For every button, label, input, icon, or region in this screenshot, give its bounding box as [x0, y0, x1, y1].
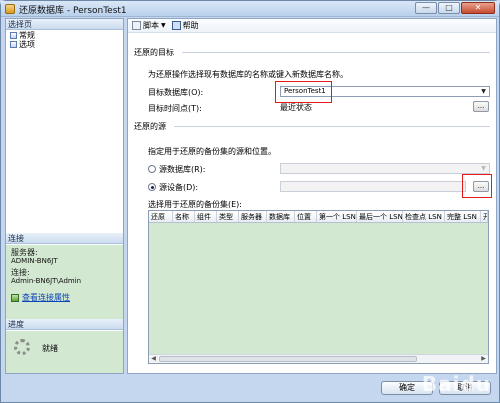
scroll-right-icon[interactable]: ▶ [479, 355, 488, 363]
column-header[interactable]: 位置 [295, 211, 317, 222]
minimize-button[interactable]: — [415, 2, 437, 14]
column-header[interactable]: 检查点 LSN [403, 211, 445, 222]
source-database-radio[interactable] [148, 165, 156, 173]
restore-target-title: 还原的目标 [134, 48, 174, 57]
target-db-label: 目标数据库(O): [148, 88, 204, 97]
source-db-label: 源数据库(R): [159, 165, 206, 174]
connection-value: Admin-BN6JT\Admin [11, 277, 82, 285]
select-page-header: 选择页 [6, 19, 123, 30]
column-header[interactable]: 数据库 [267, 211, 295, 222]
script-button[interactable]: 脚本 ▼ [132, 20, 166, 31]
horizontal-scrollbar[interactable]: ◀ ▶ [149, 354, 488, 363]
properties-icon [11, 293, 19, 302]
chevron-down-icon[interactable]: ▼ [161, 22, 166, 29]
close-button[interactable]: ✕ [461, 2, 495, 14]
backup-sets-label: 选择用于还原的备份集(E): [148, 200, 242, 209]
source-device-field[interactable] [280, 181, 466, 192]
progress-header: 进度 [6, 319, 123, 330]
chevron-down-icon[interactable]: ▼ [479, 88, 488, 95]
help-button[interactable]: 帮助 [171, 20, 199, 31]
connection-area: 服务器: ADMIN-BN6JT 连接: Admin-BN6JT\Admin 查… [6, 245, 123, 319]
restore-source-title: 还原的源 [134, 122, 166, 131]
column-header[interactable]: 还原 [149, 211, 173, 222]
scroll-left-icon[interactable]: ◀ [149, 355, 158, 363]
target-time-browse-button[interactable]: ... [473, 101, 489, 112]
page-item-options[interactable]: 选项 [10, 40, 35, 49]
page-icon [10, 41, 17, 48]
column-header[interactable]: 名称 [173, 211, 195, 222]
help-label: 帮助 [182, 21, 199, 30]
column-header[interactable]: 完整 LSN [445, 211, 481, 222]
baidu-watermark: Baidu [421, 372, 491, 396]
chevron-down-icon[interactable]: ▼ [479, 165, 488, 172]
database-icon [5, 4, 15, 14]
maximize-button[interactable]: □ [438, 2, 460, 14]
link-label: 查看连接属性 [22, 293, 70, 302]
toolbar: 脚本 ▼ 帮助 [128, 19, 496, 33]
left-panel: 选择页 常规 选项 连接 服务器: ADMIN-BN6JT 连接: Admin-… [5, 18, 124, 374]
page-item-label: 常规 [19, 31, 35, 40]
target-time-label: 目标时间点(T): [148, 104, 202, 113]
highlight-box [462, 174, 492, 198]
column-header[interactable]: 开 [481, 211, 488, 222]
column-header[interactable]: 第一个 LSN [317, 211, 357, 222]
script-icon [132, 21, 141, 30]
column-header[interactable]: 类型 [217, 211, 239, 222]
progress-status: 就绪 [42, 344, 58, 353]
page-icon [10, 32, 17, 39]
table-header: 还原 名称 组件 类型 服务器 数据库 位置 第一个 LSN 最后一个 LSN … [149, 211, 488, 223]
source-device-radio[interactable] [148, 183, 156, 191]
server-label: 服务器: [11, 248, 38, 257]
connection-label: 连接: [11, 268, 30, 277]
target-time-value: 最近状态 [280, 103, 312, 112]
page-item-general[interactable]: 常规 [10, 31, 35, 40]
window-controls: — □ ✕ [415, 2, 495, 14]
source-device-label: 源设备(D): [159, 183, 199, 192]
connection-header: 连接 [6, 233, 123, 244]
title-bar: 还原数据库 - PersonTest1 — □ ✕ [1, 1, 499, 17]
divider [182, 52, 490, 53]
restore-database-window: 还原数据库 - PersonTest1 — □ ✕ 选择页 常规 选项 连接 服… [0, 0, 500, 403]
window-title: 还原数据库 - PersonTest1 [19, 6, 127, 16]
main-panel: 脚本 ▼ 帮助 还原的目标 为还原操作选择现有数据库的名称或键入新数据库名称。 … [127, 18, 497, 374]
divider [174, 126, 490, 127]
view-connection-properties-link[interactable]: 查看连接属性 [11, 292, 70, 303]
restore-target-description: 为还原操作选择现有数据库的名称或键入新数据库名称。 [148, 70, 348, 79]
column-header[interactable]: 服务器 [239, 211, 267, 222]
restore-source-description: 指定用于还原的备份集的源和位置。 [148, 147, 276, 156]
backup-sets-table[interactable]: 还原 名称 组件 类型 服务器 数据库 位置 第一个 LSN 最后一个 LSN … [148, 210, 489, 364]
column-header[interactable]: 最后一个 LSN [357, 211, 403, 222]
page-item-label: 选项 [19, 40, 35, 49]
server-value: ADMIN-BN6JT [11, 257, 58, 265]
help-icon [171, 21, 181, 30]
script-label: 脚本 [143, 21, 159, 30]
progress-spinner-icon [14, 339, 30, 355]
source-db-combo[interactable]: ▼ [280, 163, 490, 174]
scroll-thumb[interactable] [159, 356, 417, 362]
progress-area: 就绪 [6, 331, 123, 373]
column-header[interactable]: 组件 [195, 211, 217, 222]
highlight-box [275, 81, 332, 103]
